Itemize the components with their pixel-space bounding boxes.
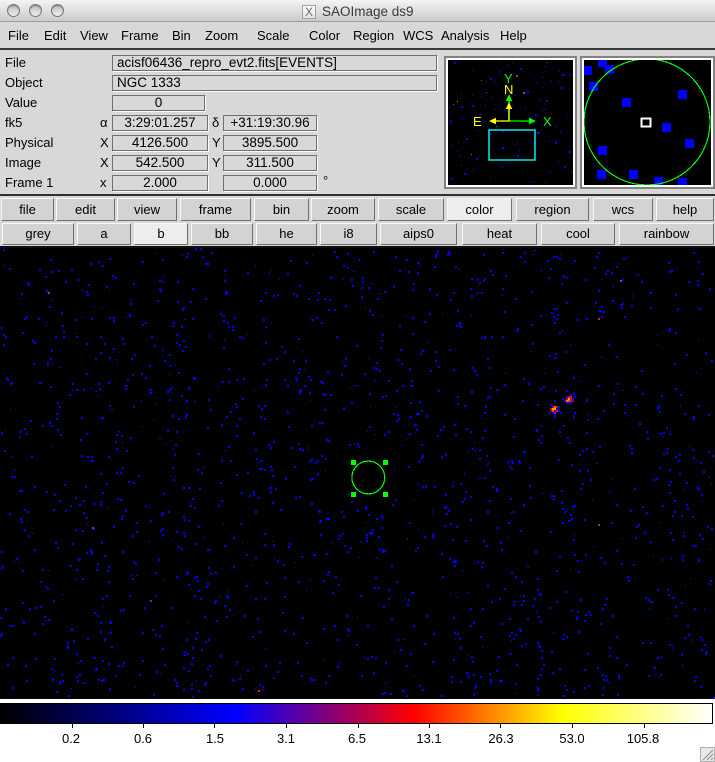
svg-text:E: E bbox=[473, 114, 482, 129]
svg-text:X: X bbox=[543, 114, 552, 129]
svg-text:N: N bbox=[504, 82, 513, 97]
